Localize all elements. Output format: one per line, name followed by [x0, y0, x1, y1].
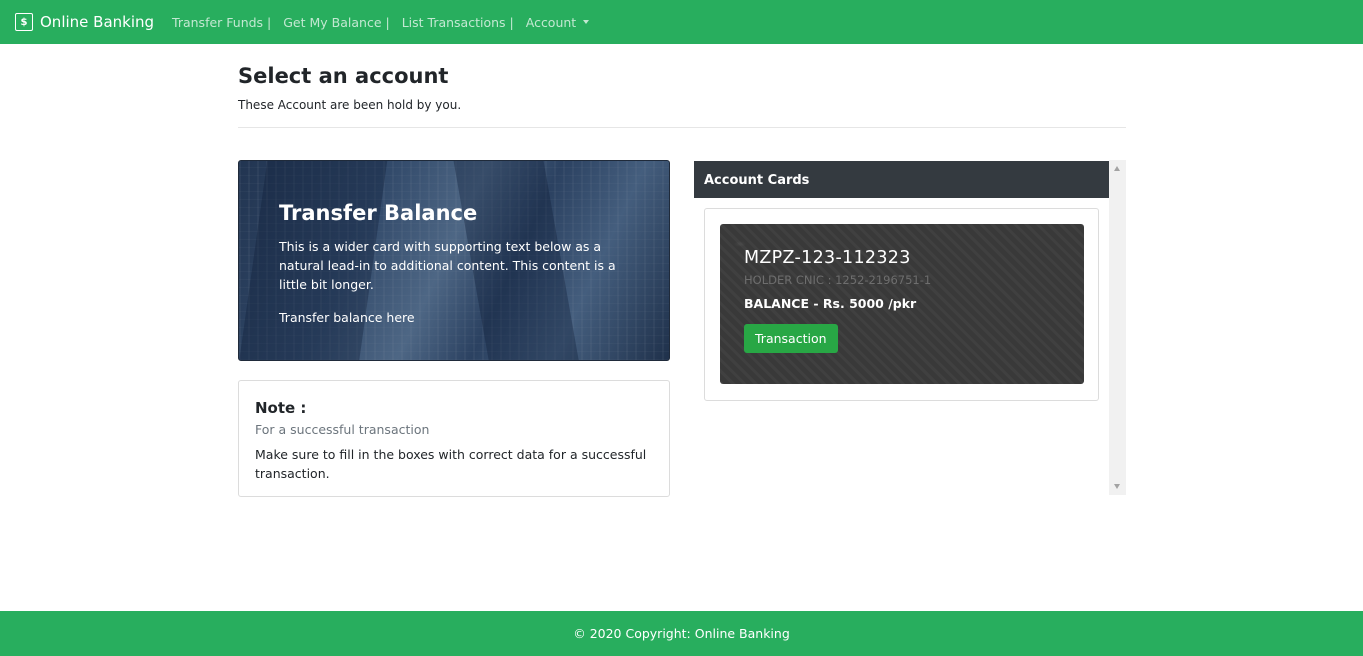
page-title: Select an account	[238, 64, 449, 88]
caret-down-icon	[583, 20, 590, 24]
transfer-balance-card: Transfer Balance This is a wider card wi…	[238, 160, 670, 361]
nav-get-my-balance[interactable]: Get My Balance |	[283, 15, 389, 30]
nav-list-transactions[interactable]: List Transactions |	[402, 15, 514, 30]
nav-account-dropdown[interactable]: Account	[525, 14, 590, 30]
scroll-down-arrow-icon[interactable]	[1114, 484, 1120, 489]
transfer-card-title: Transfer Balance	[279, 201, 478, 225]
note-card: Note : For a successful transaction Make…	[238, 380, 670, 497]
page-subtitle: These Account are been hold by you.	[238, 98, 462, 112]
footer-copyright: © 2020 Copyright: Online Banking	[573, 626, 790, 641]
note-title: Note :	[255, 399, 307, 417]
account-card-wrapper: MZPZ-123-112323 HOLDER CNIC : 1252-21967…	[704, 208, 1099, 401]
transaction-button[interactable]: Transaction	[744, 324, 838, 353]
account-balance: BALANCE - Rs. 5000 /pkr	[744, 296, 917, 311]
account-card: MZPZ-123-112323 HOLDER CNIC : 1252-21967…	[720, 224, 1084, 384]
header-divider	[238, 127, 1126, 128]
footer: © 2020 Copyright: Online Banking	[0, 611, 1363, 656]
transfer-balance-link[interactable]: Transfer balance here	[279, 310, 415, 325]
note-text: Make sure to fill in the boxes with corr…	[255, 447, 647, 481]
account-cards-header: Account Cards	[694, 161, 1109, 198]
top-navbar: $ Online Banking Transfer Funds | Get My…	[0, 0, 1363, 44]
dollar-logo-icon: $	[15, 13, 33, 31]
brand-name: Online Banking	[40, 13, 155, 31]
account-holder-cnic: HOLDER CNIC : 1252-2196751-1	[744, 273, 932, 287]
brand-link[interactable]: $ Online Banking	[15, 13, 154, 31]
transfer-card-body: Transfer Balance This is a wider card wi…	[279, 201, 639, 326]
account-cards-panel: Account Cards MZPZ-123-112323 HOLDER CNI…	[694, 160, 1126, 495]
transfer-card-text: This is a wider card with supporting tex…	[279, 239, 616, 292]
nav-account-label: Account	[525, 14, 577, 30]
nav-transfer-funds[interactable]: Transfer Funds |	[172, 15, 271, 30]
scroll-up-arrow-icon[interactable]	[1114, 166, 1120, 171]
note-subtitle: For a successful transaction	[255, 422, 430, 437]
account-number: MZPZ-123-112323	[744, 248, 911, 268]
panel-scrollbar[interactable]	[1109, 160, 1126, 495]
